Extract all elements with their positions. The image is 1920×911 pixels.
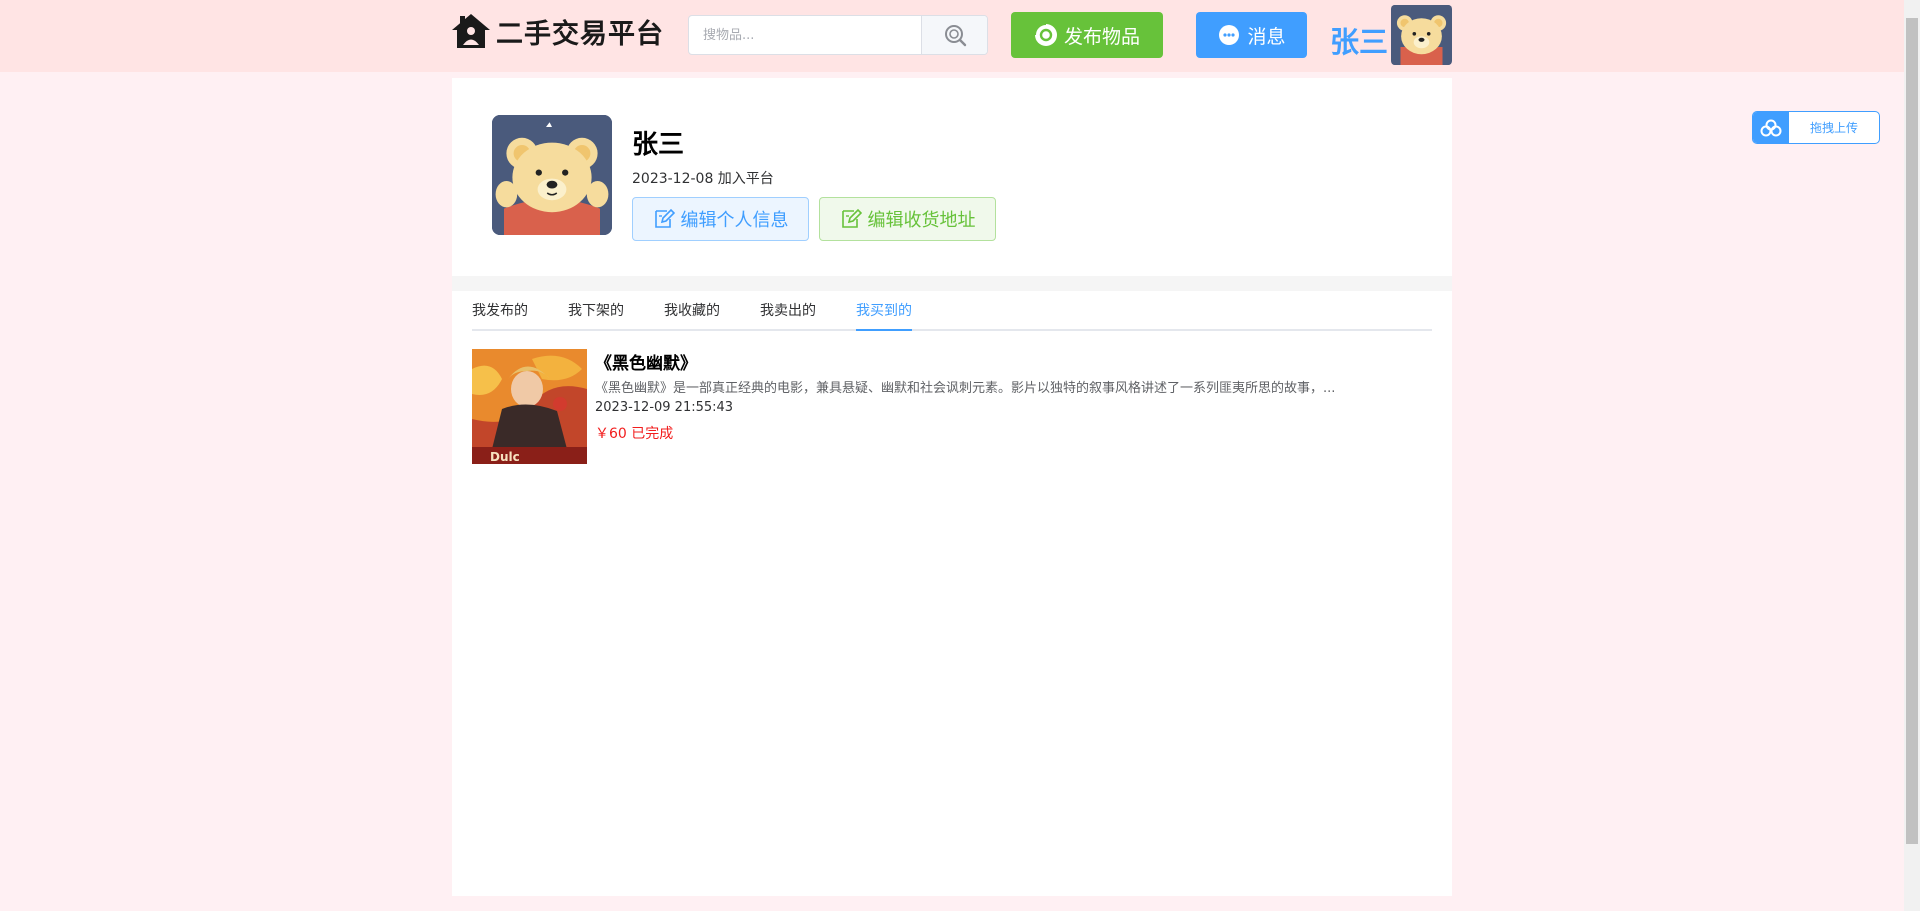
item-time: 2023-12-09 21:55:43 bbox=[595, 400, 734, 415]
header-username[interactable]: 张三 bbox=[1330, 19, 1388, 61]
tab-active-indicator bbox=[856, 329, 912, 331]
message-label: 消息 bbox=[1247, 25, 1286, 48]
item-title: 《黑色幽默》 bbox=[595, 354, 697, 374]
item-description: 《黑色幽默》是一部真正经典的电影，兼具悬疑、幽默和社会讽刺元素。影片以独特的叙事… bbox=[595, 381, 1336, 396]
logo-text: 二手交易平台 bbox=[496, 18, 664, 50]
edit-icon bbox=[841, 208, 862, 228]
tab-my-sold[interactable]: 我卖出的 bbox=[760, 291, 816, 331]
scrollbar-thumb[interactable] bbox=[1906, 18, 1918, 844]
header-avatar[interactable] bbox=[1391, 5, 1452, 65]
item-thumbnail: Dulc bbox=[472, 349, 587, 464]
item-price-status: ￥60 已完成 bbox=[595, 426, 674, 442]
profile-joined-date: 2023-12-08 加入平台 bbox=[632, 171, 774, 187]
panel-divider bbox=[452, 276, 1452, 291]
publish-button[interactable]: 发布物品 bbox=[1011, 12, 1163, 58]
search-input[interactable] bbox=[689, 16, 921, 54]
message-button[interactable]: 消息 bbox=[1196, 12, 1307, 58]
tab-bar: 我发布的 我下架的 我收藏的 我卖出的 我买到的 bbox=[472, 291, 1432, 331]
edit-profile-button[interactable]: 编辑个人信息 bbox=[632, 197, 809, 241]
profile-avatar[interactable] bbox=[492, 115, 612, 235]
edit-profile-label: 编辑个人信息 bbox=[680, 210, 789, 231]
publish-label: 发布物品 bbox=[1063, 25, 1140, 48]
cloud-upload-icon bbox=[1753, 112, 1789, 143]
message-icon bbox=[1219, 25, 1240, 45]
svg-text:Dulc: Dulc bbox=[490, 450, 520, 464]
page-scrollbar[interactable] bbox=[1904, 0, 1920, 911]
search-button[interactable] bbox=[921, 16, 987, 54]
search-box bbox=[688, 15, 988, 55]
search-icon bbox=[944, 25, 966, 47]
drag-upload-button[interactable]: 拖拽上传 bbox=[1752, 111, 1880, 144]
tab-my-published[interactable]: 我发布的 bbox=[472, 291, 528, 331]
header: 二手交易平台 发布物品 消息 张三 bbox=[0, 0, 1904, 72]
plus-circle-icon bbox=[1033, 23, 1057, 46]
edit-address-button[interactable]: 编辑收货地址 bbox=[819, 197, 996, 241]
house-icon bbox=[452, 14, 490, 48]
bear-avatar-icon bbox=[1391, 5, 1452, 65]
content-panel: 我发布的 我下架的 我收藏的 我卖出的 我买到的 Dulc 《黑色幽默》 《黑色… bbox=[452, 291, 1452, 896]
tab-my-favorites[interactable]: 我收藏的 bbox=[664, 291, 720, 331]
profile-name: 张三 bbox=[632, 130, 685, 160]
profile-panel: 张三 2023-12-08 加入平台 编辑个人信息 编辑收货地址 bbox=[452, 78, 1452, 276]
tab-my-delisted[interactable]: 我下架的 bbox=[568, 291, 624, 331]
drag-upload-label: 拖拽上传 bbox=[1809, 121, 1858, 135]
bear-avatar-icon bbox=[492, 115, 612, 235]
logo[interactable]: 二手交易平台 bbox=[450, 8, 664, 54]
edit-icon bbox=[654, 208, 675, 228]
tab-my-bought[interactable]: 我买到的 bbox=[856, 291, 912, 331]
list-item[interactable]: Dulc 《黑色幽默》 《黑色幽默》是一部真正经典的电影，兼具悬疑、幽默和社会讽… bbox=[472, 349, 1432, 465]
movie-poster-image: Dulc bbox=[472, 349, 587, 464]
edit-address-label: 编辑收货地址 bbox=[867, 210, 976, 231]
